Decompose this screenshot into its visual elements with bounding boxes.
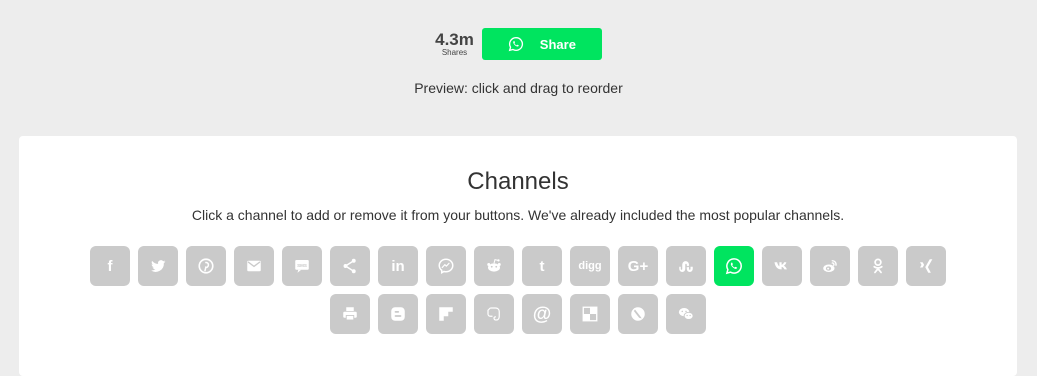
channel-button-pinterest[interactable] bbox=[186, 246, 226, 286]
channel-button-whatsapp[interactable] bbox=[714, 246, 754, 286]
channel-button-weibo[interactable] bbox=[810, 246, 850, 286]
channel-button-messenger[interactable] bbox=[426, 246, 466, 286]
channel-grid: f SMS in t digg G+ @ bbox=[19, 246, 1017, 342]
channel-button-wechat[interactable] bbox=[666, 294, 706, 334]
vk-icon bbox=[773, 257, 791, 275]
facebook-icon: f bbox=[107, 257, 113, 275]
channel-button-flipboard[interactable] bbox=[426, 294, 466, 334]
channels-description: Click a channel to add or remove it from… bbox=[191, 207, 845, 223]
tumblr-icon: t bbox=[539, 257, 545, 275]
whatsapp-icon bbox=[725, 257, 743, 275]
channels-title: Channels bbox=[467, 168, 569, 195]
at-sign-icon: @ bbox=[532, 303, 552, 325]
weibo-icon bbox=[821, 257, 839, 275]
delicious-icon bbox=[581, 305, 599, 323]
stumbleupon-icon bbox=[677, 257, 695, 275]
reddit-icon bbox=[485, 257, 503, 275]
share-button-label: Share bbox=[539, 36, 576, 52]
channel-button-print[interactable] bbox=[330, 294, 370, 334]
share-icon bbox=[341, 257, 359, 275]
channel-button-reddit[interactable] bbox=[474, 246, 514, 286]
flipboard-icon bbox=[437, 305, 455, 323]
channel-button-linkedin[interactable]: in bbox=[378, 246, 418, 286]
linkedin-icon: in bbox=[391, 257, 405, 275]
odnoklassniki-icon bbox=[869, 257, 887, 275]
channel-button-odnoklassniki[interactable] bbox=[858, 246, 898, 286]
channel-button-vk[interactable] bbox=[762, 246, 802, 286]
share-count: 4.3m Shares bbox=[435, 31, 474, 57]
channels-card: Channels Click a channel to add or remov… bbox=[19, 136, 1017, 376]
wechat-icon bbox=[677, 305, 695, 323]
sms-icon: SMS bbox=[293, 257, 311, 275]
print-icon bbox=[341, 305, 359, 323]
digg-icon: digg bbox=[578, 259, 602, 272]
share-count-value: 4.3m bbox=[435, 30, 474, 49]
channel-button-google-plus[interactable]: G+ bbox=[618, 246, 658, 286]
whatsapp-icon bbox=[508, 36, 523, 52]
evernote-icon bbox=[485, 305, 503, 323]
xing-icon bbox=[917, 257, 935, 275]
channel-button-facebook[interactable]: f bbox=[90, 246, 130, 286]
pinterest-icon bbox=[197, 257, 215, 275]
channel-button-share[interactable] bbox=[330, 246, 370, 286]
preview-hint: Preview: click and drag to reorder bbox=[414, 80, 623, 96]
whatsapp-share-button[interactable]: Share bbox=[481, 28, 602, 60]
channel-button-xing[interactable] bbox=[906, 246, 946, 286]
livejournal-icon bbox=[629, 305, 647, 323]
channel-button-livejournal[interactable] bbox=[618, 294, 658, 334]
channel-button-twitter[interactable] bbox=[138, 246, 178, 286]
channel-button-email[interactable] bbox=[234, 246, 274, 286]
channel-button-digg[interactable]: digg bbox=[570, 246, 610, 286]
channel-button-evernote[interactable] bbox=[474, 294, 514, 334]
channel-button-stumbleupon[interactable] bbox=[666, 246, 706, 286]
blogger-icon bbox=[389, 305, 407, 323]
email-icon bbox=[245, 257, 263, 275]
messenger-icon bbox=[437, 257, 455, 275]
channel-button-tumblr[interactable]: t bbox=[522, 246, 562, 286]
share-count-label: Shares bbox=[441, 48, 468, 57]
svg-text:SMS: SMS bbox=[297, 263, 307, 268]
channel-button-blogger[interactable] bbox=[378, 294, 418, 334]
channel-button-delicious[interactable] bbox=[570, 294, 610, 334]
twitter-icon bbox=[149, 257, 167, 275]
channel-button-sms[interactable]: SMS bbox=[282, 246, 322, 286]
share-preview: 4.3m Shares Share bbox=[0, 28, 1037, 60]
channel-button-at-sign[interactable]: @ bbox=[522, 294, 562, 334]
google-plus-icon: G+ bbox=[627, 257, 649, 275]
